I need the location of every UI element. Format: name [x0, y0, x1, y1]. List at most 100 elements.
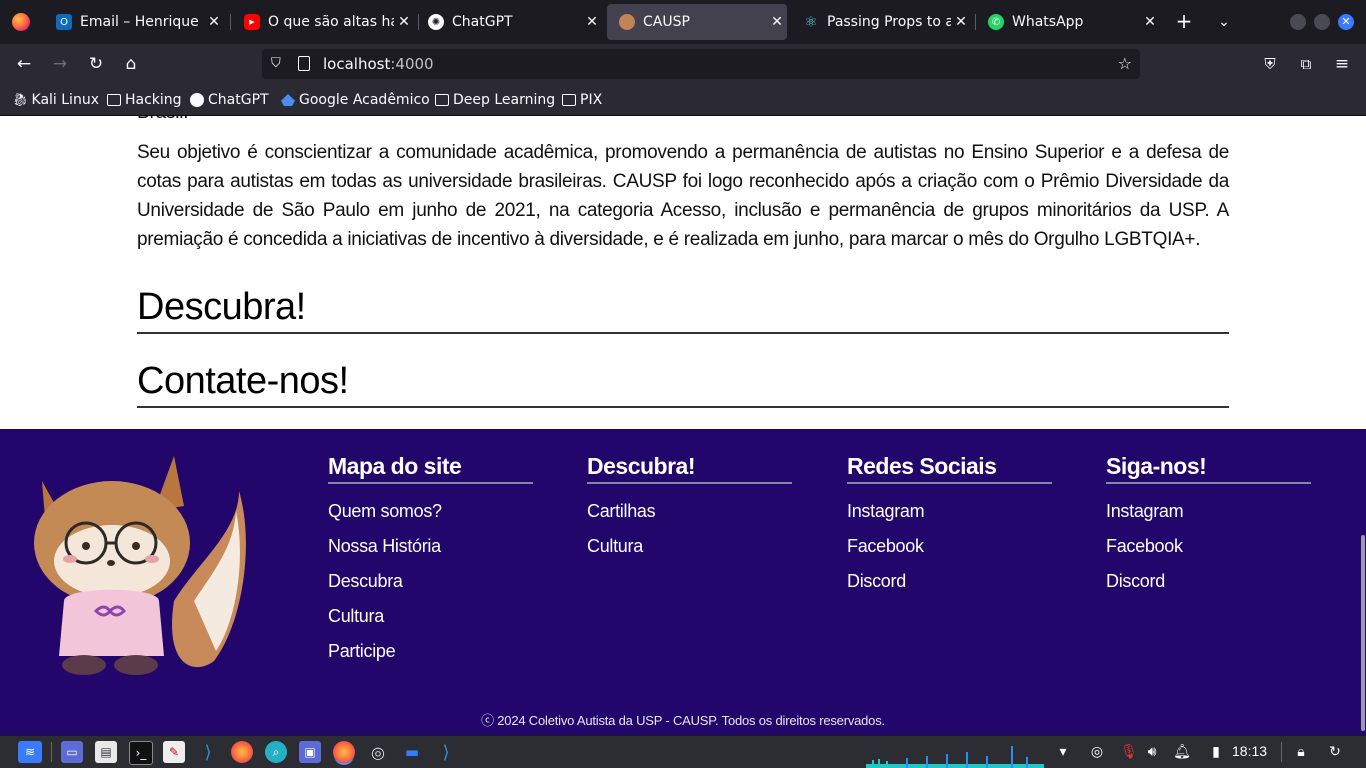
maximize-button[interactable]: [1314, 14, 1330, 30]
kali-menu-icon[interactable]: ≋: [18, 741, 42, 763]
pocket-icon[interactable]: ⛨: [1258, 52, 1282, 76]
footer-link-cultura[interactable]: Cultura: [587, 529, 792, 564]
footer-column-divider: [847, 482, 1052, 484]
footer-link-cultura[interactable]: Cultura: [328, 599, 533, 634]
text-editor-icon[interactable]: ✎: [163, 741, 185, 763]
close-tab-icon[interactable]: ✕: [582, 14, 602, 30]
forward-button[interactable]: →: [48, 52, 72, 76]
file-manager-icon[interactable]: ▤: [95, 741, 117, 763]
browser-tab-strip: O Email – Henrique Ed ✕ ▶ O que são alta…: [0, 0, 1366, 44]
truncated-text: Brasil.: [137, 116, 189, 124]
show-desktop-icon[interactable]: ▭: [61, 741, 83, 763]
footer-link-cartilhas[interactable]: Cartilhas: [587, 494, 792, 529]
react-icon: ⚛: [804, 13, 818, 31]
folder-icon: [562, 94, 576, 106]
taskbar-separator: [1281, 742, 1282, 762]
taskbar-separator: [51, 742, 52, 762]
tracking-protection-icon[interactable]: ⛉: [271, 56, 285, 72]
bookmark-kali-linux[interactable]: 🐉︎ Kali Linux: [12, 91, 99, 109]
bookmark-folder-pix[interactable]: PIX: [562, 91, 602, 109]
footer-link-participe[interactable]: Participe: [328, 634, 533, 669]
close-tab-icon[interactable]: ✕: [204, 14, 224, 30]
url-text[interactable]: localhost:4000: [323, 55, 434, 73]
minimize-button[interactable]: [1290, 14, 1306, 30]
home-button[interactable]: ⌂: [119, 52, 143, 76]
vscode-running-icon[interactable]: ⟩: [435, 741, 457, 763]
outlook-icon: O: [56, 14, 72, 30]
footer-column-social: Redes Sociais Instagram Facebook Discord: [847, 453, 1052, 599]
close-tab-icon[interactable]: ✕: [767, 14, 787, 30]
youtube-icon: ▶: [244, 14, 260, 30]
tab-separator: [230, 14, 231, 30]
volume-icon[interactable]: 🔊︎: [1143, 743, 1161, 761]
bookmark-google-academico[interactable]: Google Acadêmico: [281, 91, 430, 109]
lock-icon[interactable]: 🔒︎: [1292, 743, 1310, 761]
site-footer: Mapa do site Quem somos? Nossa História …: [0, 429, 1366, 735]
footer-link-quem-somos[interactable]: Quem somos?: [328, 494, 533, 529]
tab-causp[interactable]: CAUSP ✕: [607, 4, 787, 40]
causp-icon: [619, 14, 635, 30]
vscode-icon[interactable]: ⟩: [197, 741, 219, 763]
footer-link-discord[interactable]: Discord: [847, 564, 1052, 599]
footer-link-instagram[interactable]: Instagram: [847, 494, 1052, 529]
close-tab-icon[interactable]: ✕: [951, 14, 971, 30]
obs-icon[interactable]: ◎: [367, 741, 389, 763]
bookmark-folder-deep-learning[interactable]: Deep Learning: [435, 91, 555, 109]
footer-link-facebook[interactable]: Facebook: [847, 529, 1052, 564]
footer-column-title: Descubra!: [587, 453, 695, 479]
list-all-tabs-button[interactable]: ⌄: [1212, 10, 1236, 34]
search-icon[interactable]: ⌕: [265, 741, 287, 763]
bookmark-chatgpt[interactable]: ChatGPT: [190, 91, 269, 109]
footer-column-divider: [328, 482, 533, 484]
terminal-icon[interactable]: ›_: [129, 741, 153, 765]
address-bar[interactable]: ⛉ localhost:4000 ☆: [262, 49, 1140, 79]
footer-link-descubra[interactable]: Descubra: [328, 564, 533, 599]
close-tab-icon[interactable]: ✕: [1140, 14, 1160, 30]
section-heading-discover: Descubra!: [137, 286, 306, 328]
bookmark-star-icon[interactable]: ☆: [1118, 54, 1132, 73]
footer-link-nossa-historia[interactable]: Nossa História: [328, 529, 533, 564]
copyright-text: ⓒ 2024 Coletivo Autista da USP - CAUSP. …: [481, 713, 885, 728]
battery-icon[interactable]: ▮: [1207, 743, 1225, 761]
menu-icon[interactable]: ≡: [1330, 52, 1354, 76]
footer-column-divider: [1106, 482, 1311, 484]
wifi-icon[interactable]: ▾: [1054, 743, 1072, 761]
footer-link-discord[interactable]: Discord: [1106, 564, 1311, 599]
extensions-icon[interactable]: ⧉: [1294, 52, 1318, 76]
firefox-running-icon[interactable]: [333, 741, 355, 763]
firefox-icon[interactable]: [231, 741, 253, 763]
tab-react[interactable]: ⚛ Passing Props to a C ✕: [791, 4, 971, 40]
clock[interactable]: 18:13: [1232, 743, 1267, 759]
logout-icon[interactable]: ↻: [1326, 743, 1344, 761]
footer-column-site-map: Mapa do site Quem somos? Nossa História …: [328, 453, 533, 669]
page-scrollbar[interactable]: [1361, 535, 1365, 731]
whatsapp-icon: ✆: [988, 14, 1004, 30]
close-window-button[interactable]: ✕: [1338, 14, 1354, 30]
footer-link-facebook[interactable]: Facebook: [1106, 529, 1311, 564]
notifications-icon[interactable]: 🔔︎: [1173, 743, 1191, 761]
tab-chatgpt[interactable]: ✺ ChatGPT ✕: [416, 4, 602, 40]
microphone-icon[interactable]: 🎙︎: [1120, 743, 1138, 761]
fox-mascot-illustration: [34, 456, 246, 675]
audio-visualizer: [866, 746, 1044, 768]
obs-tray-icon[interactable]: ◎: [1088, 743, 1106, 761]
tab-youtube[interactable]: ▶ O que são altas hab ✕: [232, 4, 414, 40]
firefox-icon[interactable]: [12, 13, 30, 31]
footer-column-title: Redes Sociais: [847, 453, 997, 479]
reload-button[interactable]: ↻: [84, 52, 108, 76]
page-content: Brasil. Seu objetivo é conscientizar a c…: [0, 116, 1366, 429]
bookmark-folder-hacking[interactable]: Hacking: [107, 91, 182, 109]
page-info-icon[interactable]: [298, 56, 310, 71]
back-button[interactable]: ←: [12, 52, 36, 76]
about-paragraph: Seu objetivo é conscientizar a comunidad…: [137, 142, 1229, 250]
tab-email[interactable]: O Email – Henrique Ed ✕: [44, 4, 224, 40]
footer-link-instagram[interactable]: Instagram: [1106, 494, 1311, 529]
section-divider: [137, 332, 1229, 334]
navigation-toolbar: ← → ↻ ⌂ ⛉ localhost:4000 ☆ ⛨ ⧉ ≡: [0, 44, 1366, 84]
tab-whatsapp[interactable]: ✆ WhatsApp ✕: [976, 4, 1160, 40]
folder-running-icon[interactable]: ▬: [401, 741, 423, 763]
screenshot-icon[interactable]: ▣: [299, 741, 321, 763]
footer-column-title: Siga-nos!: [1106, 453, 1207, 479]
close-tab-icon[interactable]: ✕: [394, 14, 414, 30]
new-tab-button[interactable]: +: [1172, 10, 1196, 34]
